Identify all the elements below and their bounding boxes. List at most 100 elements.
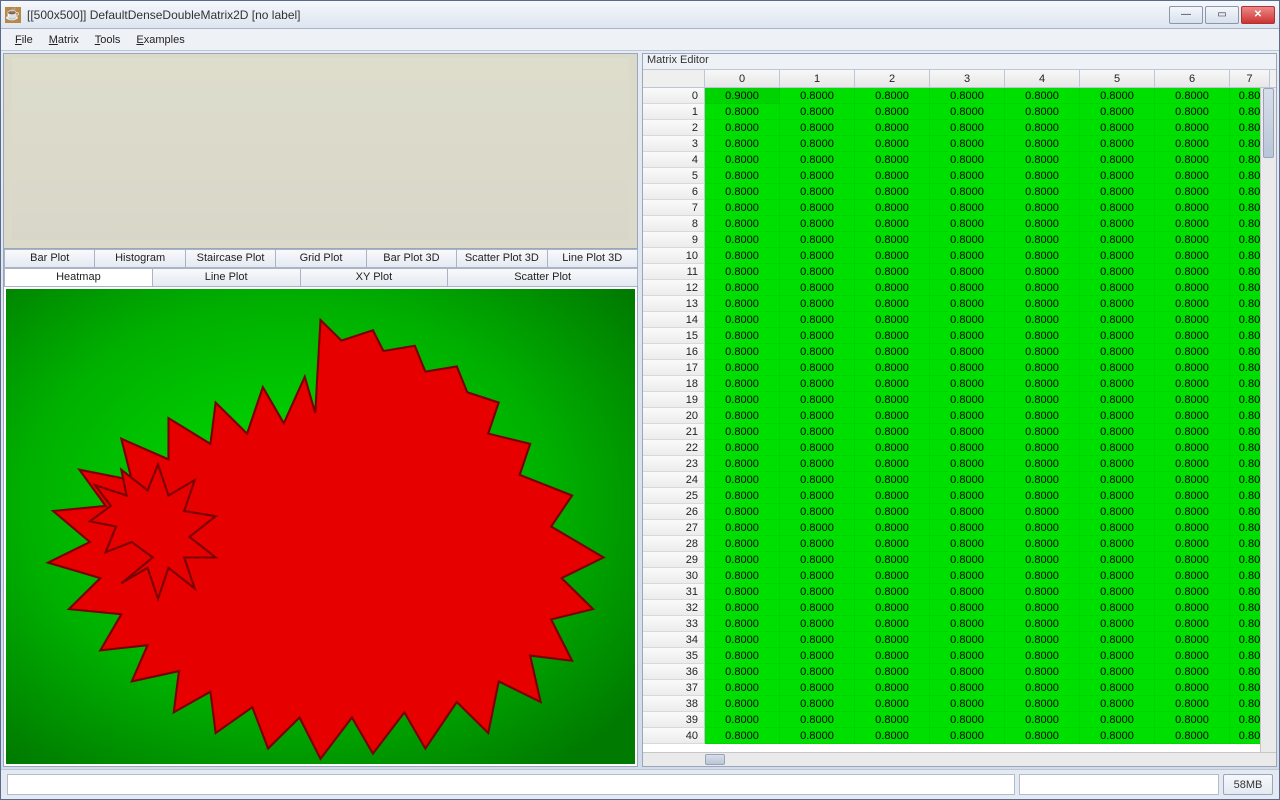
col-header-7[interactable]: 7 [1230, 70, 1270, 87]
cell[interactable]: 0.8000 [930, 616, 1005, 632]
cell[interactable]: 0.8000 [705, 152, 780, 168]
cell[interactable]: 0.8000 [1155, 680, 1230, 696]
cell[interactable]: 0.8000 [1005, 216, 1080, 232]
cell[interactable]: 0.8000 [705, 200, 780, 216]
cell[interactable]: 0.8000 [855, 696, 930, 712]
cell[interactable]: 0.8000 [930, 728, 1005, 744]
cell[interactable]: 0.8000 [1155, 152, 1230, 168]
cell[interactable]: 0.8000 [930, 568, 1005, 584]
cell[interactable]: 0.8000 [930, 584, 1005, 600]
cell[interactable]: 0.8000 [1155, 568, 1230, 584]
tab-line-plot[interactable]: Line Plot [152, 268, 301, 286]
cell[interactable]: 0.8000 [780, 200, 855, 216]
cell[interactable]: 0.8000 [855, 552, 930, 568]
row-header[interactable]: 13 [643, 296, 705, 312]
cell[interactable]: 0.8000 [855, 424, 930, 440]
cell[interactable]: 0.8000 [780, 488, 855, 504]
cell[interactable]: 0.8000 [855, 376, 930, 392]
tab-heatmap[interactable]: Heatmap [4, 268, 153, 286]
col-header-5[interactable]: 5 [1080, 70, 1155, 87]
cell[interactable]: 0.8000 [705, 392, 780, 408]
cell[interactable]: 0.8000 [780, 216, 855, 232]
cell[interactable]: 0.8000 [855, 664, 930, 680]
cell[interactable]: 0.8000 [780, 664, 855, 680]
cell[interactable]: 0.8000 [855, 440, 930, 456]
menu-tools[interactable]: Tools [87, 32, 129, 48]
cell[interactable]: 0.8000 [930, 456, 1005, 472]
cell[interactable]: 0.8000 [1080, 216, 1155, 232]
cell[interactable]: 0.8000 [1005, 568, 1080, 584]
row-header[interactable]: 37 [643, 680, 705, 696]
cell[interactable]: 0.8000 [1155, 664, 1230, 680]
cell[interactable]: 0.8000 [855, 280, 930, 296]
cell[interactable]: 0.8000 [780, 392, 855, 408]
tab-grid-plot[interactable]: Grid Plot [275, 249, 366, 267]
cell[interactable]: 0.8000 [1080, 296, 1155, 312]
cell[interactable]: 0.8000 [1155, 200, 1230, 216]
cell[interactable]: 0.8000 [780, 168, 855, 184]
menu-examples[interactable]: Examples [128, 32, 192, 48]
cell[interactable]: 0.8000 [1155, 136, 1230, 152]
cell[interactable]: 0.8000 [780, 680, 855, 696]
cell[interactable]: 0.8000 [780, 408, 855, 424]
cell[interactable]: 0.8000 [705, 536, 780, 552]
tab-scatter-plot-3d[interactable]: Scatter Plot 3D [456, 249, 547, 267]
maximize-button[interactable]: ▭ [1205, 6, 1239, 24]
cell[interactable]: 0.8000 [855, 248, 930, 264]
cell[interactable]: 0.8000 [1005, 456, 1080, 472]
cell[interactable]: 0.8000 [1080, 424, 1155, 440]
cell[interactable]: 0.8000 [930, 552, 1005, 568]
cell[interactable]: 0.8000 [1155, 584, 1230, 600]
row-header[interactable]: 4 [643, 152, 705, 168]
cell[interactable]: 0.8000 [1155, 216, 1230, 232]
cell[interactable]: 0.8000 [1080, 616, 1155, 632]
cell[interactable]: 0.8000 [780, 248, 855, 264]
row-header[interactable]: 25 [643, 488, 705, 504]
memory-indicator[interactable]: 58MB [1223, 774, 1273, 795]
cell[interactable]: 0.8000 [1005, 584, 1080, 600]
cell[interactable]: 0.8000 [1005, 616, 1080, 632]
cell[interactable]: 0.8000 [1005, 392, 1080, 408]
cell[interactable]: 0.8000 [780, 152, 855, 168]
cell[interactable]: 0.8000 [1080, 696, 1155, 712]
cell[interactable]: 0.8000 [855, 504, 930, 520]
row-header[interactable]: 8 [643, 216, 705, 232]
cell[interactable]: 0.8000 [855, 296, 930, 312]
cell[interactable]: 0.8000 [1080, 408, 1155, 424]
cell[interactable]: 0.8000 [1080, 184, 1155, 200]
row-header[interactable]: 21 [643, 424, 705, 440]
cell[interactable]: 0.8000 [780, 232, 855, 248]
cell[interactable]: 0.8000 [780, 280, 855, 296]
col-header-0[interactable]: 0 [705, 70, 780, 87]
cell[interactable]: 0.8000 [1080, 680, 1155, 696]
cell[interactable]: 0.8000 [1155, 104, 1230, 120]
cell[interactable]: 0.8000 [1005, 488, 1080, 504]
cell[interactable]: 0.8000 [1155, 264, 1230, 280]
cell[interactable]: 0.8000 [1155, 456, 1230, 472]
cell[interactable]: 0.8000 [930, 248, 1005, 264]
cell[interactable]: 0.8000 [1005, 680, 1080, 696]
cell[interactable]: 0.8000 [780, 424, 855, 440]
tab-staircase-plot[interactable]: Staircase Plot [185, 249, 276, 267]
cell[interactable]: 0.8000 [930, 152, 1005, 168]
cell[interactable]: 0.8000 [930, 472, 1005, 488]
cell[interactable]: 0.8000 [1080, 600, 1155, 616]
row-header[interactable]: 18 [643, 376, 705, 392]
cell[interactable]: 0.8000 [780, 264, 855, 280]
cell[interactable]: 0.8000 [930, 232, 1005, 248]
cell[interactable]: 0.8000 [705, 184, 780, 200]
cell[interactable]: 0.8000 [855, 392, 930, 408]
cell[interactable]: 0.8000 [1005, 312, 1080, 328]
cell[interactable]: 0.8000 [1005, 552, 1080, 568]
cell[interactable]: 0.8000 [855, 584, 930, 600]
cell[interactable]: 0.8000 [1080, 488, 1155, 504]
minimize-button[interactable]: — [1169, 6, 1203, 24]
cell[interactable]: 0.8000 [855, 312, 930, 328]
cell[interactable]: 0.8000 [855, 120, 930, 136]
cell[interactable]: 0.8000 [1080, 232, 1155, 248]
heatmap-plot[interactable] [6, 289, 635, 764]
cell[interactable]: 0.8000 [1155, 536, 1230, 552]
cell[interactable]: 0.8000 [1155, 600, 1230, 616]
cell[interactable]: 0.8000 [930, 360, 1005, 376]
cell[interactable]: 0.8000 [930, 120, 1005, 136]
